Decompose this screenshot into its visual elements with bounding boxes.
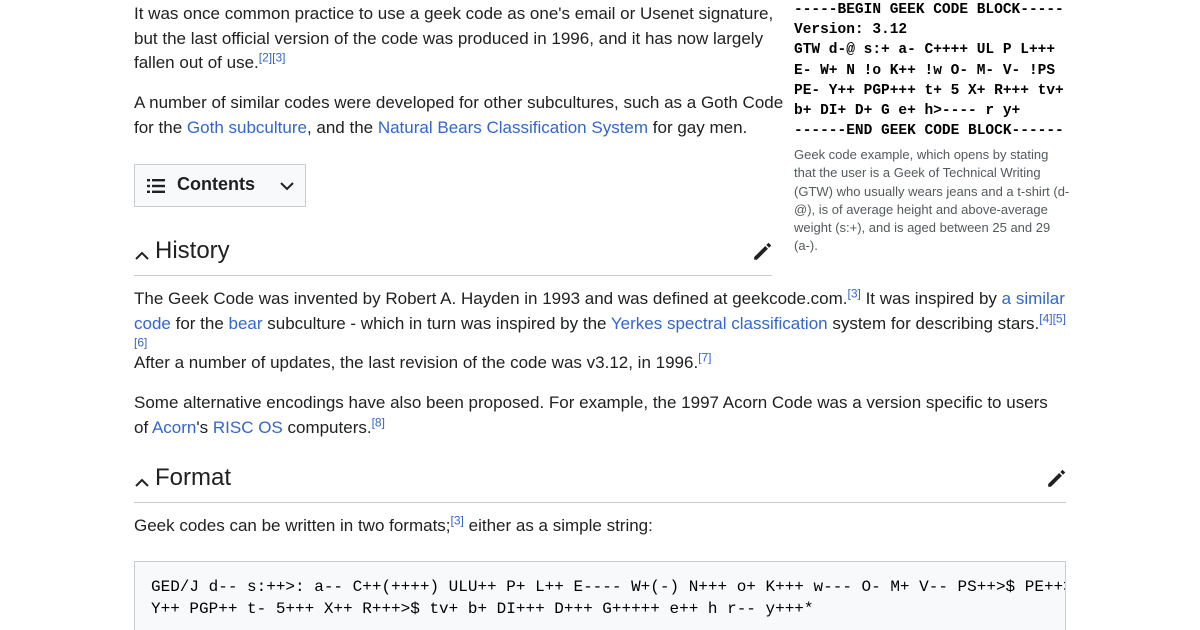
history-heading: History [134,236,772,276]
bear-link[interactable]: bear [229,314,263,333]
history-paragraph-2: After a number of updates, the last revi… [134,350,712,372]
acorn-link[interactable]: Acorn [152,418,196,437]
intro-paragraph-2: A number of similar codes were developed… [134,93,784,137]
intro-paragraph-1: It was once common practice to use a gee… [134,4,774,72]
citation-3[interactable]: [3] [451,513,464,527]
geek-code-caption: Geek code example, which opens by statin… [794,147,1070,254]
chevron-up-icon[interactable] [134,248,150,264]
geek-code-example: -----BEGIN GEEK CODE BLOCK----- Version: … [794,2,1064,140]
citation-7[interactable]: [7] [698,350,711,364]
history-paragraph-1: The Geek Code was invented by Robert A. … [134,286,1066,350]
yerkes-classification-link[interactable]: Yerkes spectral classification [611,314,828,333]
history-paragraph-3: Some alternative encodings have also bee… [134,393,1048,437]
history-title: History [155,237,230,264]
format-paragraph: Geek codes can be written in two formats… [134,513,653,535]
format-heading: Format [134,463,1066,503]
risc-os-link[interactable]: RISC OS [213,418,283,437]
citation-3[interactable]: [3] [848,286,861,300]
pencil-icon[interactable] [1046,467,1068,489]
natural-bears-link[interactable]: Natural Bears Classification System [378,118,648,137]
geek-code-string-block: GED/J d-- s:++>: a-- C++(++++) ULU++ P+ … [134,561,1066,630]
pencil-icon[interactable] [752,240,774,262]
citation-2-3[interactable]: [2][3] [259,50,286,64]
chevron-up-icon[interactable] [134,475,150,491]
goth-subculture-link[interactable]: Goth subculture [187,118,307,137]
contents-label: Contents [177,174,255,194]
list-icon [147,179,165,193]
citation-8[interactable]: [8] [372,415,385,429]
format-title: Format [155,464,232,491]
contents-toggle[interactable]: Contents [134,164,306,207]
chevron-down-icon[interactable] [279,179,295,193]
